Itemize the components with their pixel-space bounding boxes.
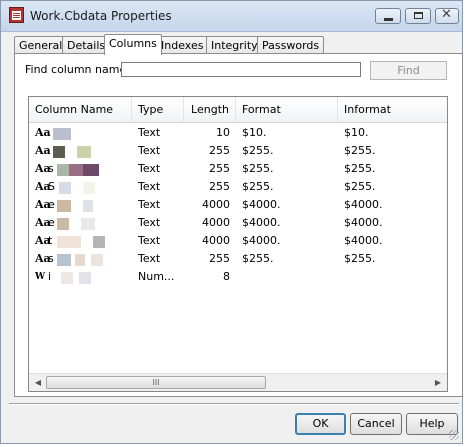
column-informat: $4000. <box>344 234 383 247</box>
column-format: $4000. <box>242 198 281 211</box>
find-button[interactable]: Find <box>370 61 447 80</box>
column-length: 255 <box>209 162 230 175</box>
column-name: e <box>48 198 55 211</box>
column-informat: $10. <box>344 126 369 139</box>
column-informat: $255. <box>344 252 376 265</box>
columns-header: Column Name Type Length Format Informat <box>29 97 447 123</box>
tab-passwords[interactable]: Passwords <box>257 36 325 54</box>
close-button[interactable]: ✕ <box>435 7 459 24</box>
table-row[interactable]: Aa e Text 4000 $4000. $4000. <box>29 196 447 214</box>
column-informat: $255. <box>344 162 376 175</box>
horizontal-scrollbar[interactable]: ◀ III ▶ <box>29 373 447 391</box>
columns-list[interactable]: Column Name Type Length Format Informat … <box>28 96 448 392</box>
text-column-icon: Aa <box>35 144 51 157</box>
header-column-name[interactable]: Column Name <box>29 97 132 122</box>
header-length[interactable]: Length <box>184 97 236 122</box>
column-informat: $4000. <box>344 198 383 211</box>
header-informat[interactable]: Informat <box>338 97 447 122</box>
background-window <box>466 0 474 447</box>
column-type: Text <box>138 252 161 265</box>
tab-indexes[interactable]: Indexes <box>156 36 209 54</box>
column-informat: $4000. <box>344 216 383 229</box>
cancel-button[interactable]: Cancel <box>350 413 402 435</box>
table-row[interactable]: W i Num... 8 <box>29 268 447 286</box>
column-type: Text <box>138 126 161 139</box>
column-type: Text <box>138 234 161 247</box>
properties-dialog: Work.Cbdata Properties ✕ General Details… <box>0 0 463 444</box>
column-name: t <box>48 234 53 247</box>
column-format: $255. <box>242 144 274 157</box>
column-format: $4000. <box>242 216 281 229</box>
maximize-icon <box>414 12 423 19</box>
text-column-icon: Aa <box>35 126 51 139</box>
column-informat: $255. <box>344 144 376 157</box>
column-length: 8 <box>223 270 230 283</box>
tab-details[interactable]: Details <box>62 36 111 54</box>
column-format: $255. <box>242 162 274 175</box>
header-format[interactable]: Format <box>236 97 338 122</box>
minimize-button[interactable] <box>375 8 401 24</box>
column-informat: $255. <box>344 180 376 193</box>
table-row[interactable]: Aa Text 10 $10. $10. <box>29 124 447 142</box>
column-name: S <box>48 180 55 193</box>
close-icon: ✕ <box>441 7 452 22</box>
table-row[interactable]: Aa e Text 4000 $4000. $4000. <box>29 214 447 232</box>
column-type: Text <box>138 162 161 175</box>
minimize-icon <box>384 18 393 21</box>
numeric-column-icon: W <box>35 272 46 282</box>
column-length: 4000 <box>202 234 230 247</box>
column-type: Text <box>138 144 161 157</box>
column-length: 4000 <box>202 216 230 229</box>
column-length: 255 <box>209 144 230 157</box>
scroll-right-icon[interactable]: ▶ <box>431 376 445 389</box>
column-format: $255. <box>242 180 274 193</box>
column-type: Text <box>138 216 161 229</box>
dataset-properties-icon <box>9 7 24 23</box>
column-format: $10. <box>242 126 267 139</box>
table-row[interactable]: Aa s Text 255 $255. $255. <box>29 160 447 178</box>
table-row[interactable]: Aa Text 255 $255. $255. <box>29 142 447 160</box>
column-type: Num... <box>138 270 175 283</box>
resize-grip-icon[interactable] <box>449 430 459 440</box>
window-title: Work.Cbdata Properties <box>30 9 172 23</box>
ok-button[interactable]: OK <box>295 413 346 435</box>
table-row[interactable]: Aa t Text 4000 $4000. $4000. <box>29 232 447 250</box>
tab-integrity[interactable]: Integrity <box>206 36 263 54</box>
column-length: 255 <box>209 252 230 265</box>
scroll-left-icon[interactable]: ◀ <box>31 376 45 389</box>
column-name: s <box>48 252 54 265</box>
column-length: 255 <box>209 180 230 193</box>
table-row[interactable]: Aa s Text 255 $255. $255. <box>29 250 447 268</box>
column-type: Text <box>138 198 161 211</box>
tab-general[interactable]: General <box>14 36 68 54</box>
find-column-input[interactable] <box>121 62 361 77</box>
column-length: 10 <box>216 126 230 139</box>
column-name: i <box>48 270 52 283</box>
column-name: s <box>48 162 54 175</box>
column-length: 4000 <box>202 198 230 211</box>
find-column-label: Find column name: <box>25 63 130 76</box>
column-format: $255. <box>242 252 274 265</box>
scrollbar-thumb[interactable]: III <box>46 376 266 389</box>
maximize-button[interactable] <box>405 8 431 24</box>
column-format: $4000. <box>242 234 281 247</box>
button-separator <box>9 403 459 405</box>
title-bar[interactable]: Work.Cbdata Properties ✕ <box>1 1 462 32</box>
column-type: Text <box>138 180 161 193</box>
column-name: e <box>48 216 55 229</box>
table-row[interactable]: Aa S Text 255 $255. $255. <box>29 178 447 196</box>
header-type[interactable]: Type <box>132 97 184 122</box>
tab-columns[interactable]: Columns <box>104 34 162 55</box>
